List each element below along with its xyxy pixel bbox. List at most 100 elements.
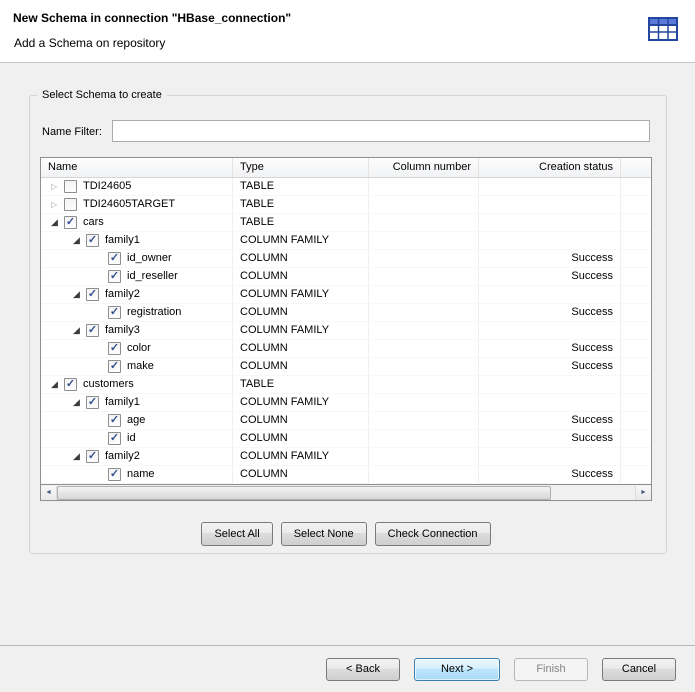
row-checkbox[interactable]: ✓ — [108, 414, 121, 427]
tree-collapse-icon[interactable]: ◢ — [51, 376, 64, 393]
column-header-creation-status[interactable]: Creation status — [479, 158, 621, 177]
tree-indent — [51, 312, 95, 313]
row-checkbox[interactable]: ✓ — [108, 432, 121, 445]
row-name-cell: ✓make — [41, 358, 233, 375]
groupbox-label: Select Schema to create — [37, 89, 167, 101]
scroll-right-button[interactable]: ► — [635, 486, 651, 500]
row-end-spacer — [621, 466, 651, 483]
row-checkbox[interactable]: ✓ — [108, 270, 121, 283]
schema-table-inner: Name Type Column number Creation status … — [40, 157, 652, 485]
tree-collapse-icon[interactable]: ◢ — [73, 286, 86, 303]
row-end-spacer — [621, 232, 651, 249]
table-row[interactable]: ◢✓family2COLUMN FAMILY — [41, 286, 651, 304]
table-row[interactable]: ▷TDI24605TARGETTABLE — [41, 196, 651, 214]
row-type: COLUMN — [233, 430, 369, 447]
tree-indent — [51, 294, 73, 295]
row-checkbox[interactable]: ✓ — [86, 396, 99, 409]
page-title: New Schema in connection "HBase_connecti… — [13, 11, 291, 25]
table-row[interactable]: ✓registrationCOLUMNSuccess — [41, 304, 651, 322]
column-header-name[interactable]: Name — [41, 158, 233, 177]
row-creation-status: Success — [479, 304, 621, 321]
row-name: TDI24605 — [83, 178, 131, 195]
row-checkbox[interactable]: ✓ — [108, 468, 121, 481]
table-row[interactable]: ◢✓customersTABLE — [41, 376, 651, 394]
row-end-spacer — [621, 304, 651, 321]
row-checkbox[interactable] — [64, 198, 77, 211]
table-row[interactable]: ✓ id_reseller COLUMN Success — [41, 268, 651, 286]
table-row[interactable]: ▷TDI24605TABLE — [41, 178, 651, 196]
table-row[interactable]: ✓colorCOLUMNSuccess — [41, 340, 651, 358]
row-name-cell: ◢✓customers — [41, 376, 233, 393]
check-connection-button[interactable]: Check Connection — [375, 522, 491, 546]
column-header-type[interactable]: Type — [233, 158, 369, 177]
tree-expand-icon[interactable]: ▷ — [51, 178, 64, 195]
row-column-number — [369, 340, 479, 357]
table-row[interactable]: ◢✓family3COLUMN FAMILY — [41, 322, 651, 340]
row-creation-status: Success — [479, 430, 621, 447]
scroll-thumb[interactable] — [57, 486, 551, 500]
row-checkbox[interactable]: ✓ — [108, 342, 121, 355]
row-creation-status — [479, 232, 621, 249]
tree-collapse-icon[interactable]: ◢ — [73, 232, 86, 249]
row-type: COLUMN — [233, 250, 369, 267]
table-row[interactable]: ✓id_ownerCOLUMNSuccess — [41, 250, 651, 268]
row-name-cell: ◢✓family1 — [41, 232, 233, 249]
table-grid-icon — [647, 15, 679, 43]
row-end-spacer — [621, 358, 651, 375]
row-type: COLUMN — [233, 340, 369, 357]
tree-collapse-icon[interactable]: ◢ — [51, 214, 64, 231]
row-name: id_reseller — [127, 268, 178, 285]
row-checkbox[interactable]: ✓ — [64, 378, 77, 391]
row-creation-status: Success — [479, 268, 621, 285]
row-checkbox[interactable]: ✓ — [108, 306, 121, 319]
select-all-button[interactable]: Select All — [201, 522, 272, 546]
table-row[interactable]: ◢✓family1COLUMN FAMILY — [41, 232, 651, 250]
row-column-number — [369, 466, 479, 483]
row-name-cell: ✓registration — [41, 304, 233, 321]
table-row[interactable]: ✓idCOLUMN Success — [41, 430, 651, 448]
table-row[interactable]: ✓makeCOLUMNSuccess — [41, 358, 651, 376]
row-checkbox[interactable]: ✓ — [86, 450, 99, 463]
table-row[interactable]: ✓nameCOLUMNSuccess — [41, 466, 651, 484]
row-checkbox[interactable] — [64, 180, 77, 193]
table-row[interactable]: ◢✓family1COLUMN FAMILY — [41, 394, 651, 412]
row-creation-status — [479, 322, 621, 339]
back-button[interactable]: < Back — [326, 658, 400, 681]
row-checkbox[interactable]: ✓ — [86, 288, 99, 301]
row-checkbox[interactable]: ✓ — [86, 324, 99, 337]
schema-table-body: ▷ TDI24605 TABLE▷TDI24605TARGETTABLE◢✓cars… — [41, 178, 651, 484]
tree-collapse-icon[interactable]: ◢ — [73, 322, 86, 339]
next-button[interactable]: Next > — [414, 658, 500, 681]
row-checkbox[interactable]: ✓ — [108, 360, 121, 373]
row-checkbox[interactable]: ✓ — [64, 216, 77, 229]
row-type: TABLE — [233, 214, 369, 231]
h-scrollbar[interactable]: ◄ ► — [40, 485, 652, 501]
row-name: id_owner — [127, 250, 172, 267]
row-end-spacer — [621, 376, 651, 393]
table-row[interactable]: ✓ageCOLUMNSuccess — [41, 412, 651, 430]
row-type: COLUMN — [233, 358, 369, 375]
row-checkbox[interactable]: ✓ — [86, 234, 99, 247]
row-end-spacer — [621, 448, 651, 465]
row-creation-status: Success — [479, 340, 621, 357]
select-none-button[interactable]: Select None — [281, 522, 367, 546]
table-row[interactable]: ◢✓carsTABLE — [41, 214, 651, 232]
tree-collapse-icon[interactable]: ◢ — [73, 448, 86, 465]
row-name: family1 — [105, 394, 140, 411]
scroll-track[interactable] — [57, 486, 635, 500]
row-checkbox[interactable]: ✓ — [108, 252, 121, 265]
row-name-cell: ✓name — [41, 466, 233, 483]
tree-collapse-icon[interactable]: ◢ — [73, 394, 86, 411]
tree-expand-icon[interactable]: ▷ — [51, 196, 64, 213]
row-column-number — [369, 412, 479, 429]
table-row[interactable]: ◢✓family2COLUMN FAMILY — [41, 448, 651, 466]
column-header-column-number[interactable]: Column number — [369, 158, 479, 177]
name-filter-input[interactable] — [112, 120, 650, 142]
cancel-button[interactable]: Cancel — [602, 658, 676, 681]
row-end-spacer — [621, 322, 651, 339]
row-type: COLUMN — [233, 268, 369, 285]
scroll-left-button[interactable]: ◄ — [41, 486, 57, 500]
page-subtitle: Add a Schema on repository — [14, 36, 165, 50]
row-type: COLUMN — [233, 466, 369, 483]
row-name-cell: ✓id — [41, 430, 233, 447]
